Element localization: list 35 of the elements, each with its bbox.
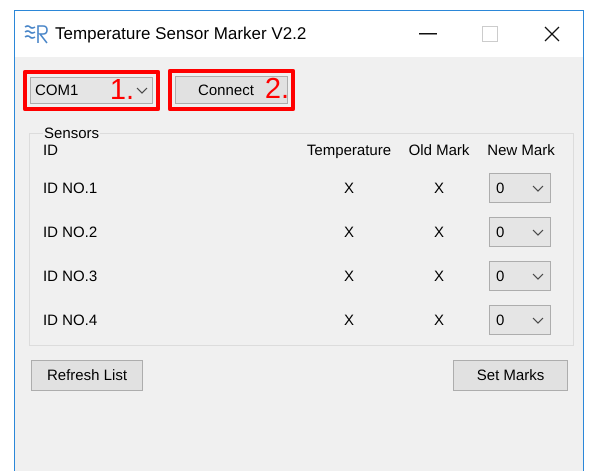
close-icon [544, 26, 560, 42]
group-label: Sensors [43, 125, 100, 142]
sensor-id: ID NO.3 [43, 268, 98, 284]
sensor-id: ID NO.1 [43, 180, 98, 196]
annotation-number: 2. [264, 75, 289, 104]
maximize-icon [482, 26, 498, 42]
set-marks-button[interactable]: Set Marks [453, 360, 568, 391]
column-header: Temperature [306, 142, 392, 159]
old-mark-cell-text: X [432, 312, 445, 328]
new-mark-dropdown[interactable]: 0 [489, 173, 551, 203]
old-mark-cell-text: X [432, 224, 445, 240]
new-mark-dropdown[interactable]: 0 [489, 305, 551, 335]
sensor-id: ID NO.4 [43, 312, 98, 328]
chevron-icon [136, 86, 148, 94]
new-mark-dropdown[interactable]: 0 [489, 261, 551, 291]
new-mark-dropdown[interactable]: 0 [489, 217, 551, 247]
old-mark-cell-text: X [432, 180, 445, 196]
minimize-icon [419, 33, 437, 35]
temperature-cell-text: X [342, 268, 355, 284]
temperature-cell-text: X [342, 224, 355, 240]
window-title: Temperature Sensor Marker V2.2 [55, 24, 308, 44]
refresh-list-button[interactable]: Refresh List [31, 360, 143, 391]
chevron-icon [532, 316, 544, 324]
column-header: ID [43, 142, 59, 159]
app-logo-icon [23, 23, 49, 45]
annotation-number: 1. [110, 76, 134, 104]
sensor-id: ID NO.2 [43, 224, 98, 240]
chevron-icon [532, 184, 544, 192]
temperature-cell-text: X [342, 312, 355, 328]
column-header: New Mark [486, 142, 556, 159]
column-header: Old Mark [408, 142, 470, 159]
temperature-cell-text: X [342, 180, 355, 196]
old-mark-cell-text: X [432, 268, 445, 284]
chevron-icon [532, 272, 544, 280]
chevron-icon [532, 228, 544, 236]
